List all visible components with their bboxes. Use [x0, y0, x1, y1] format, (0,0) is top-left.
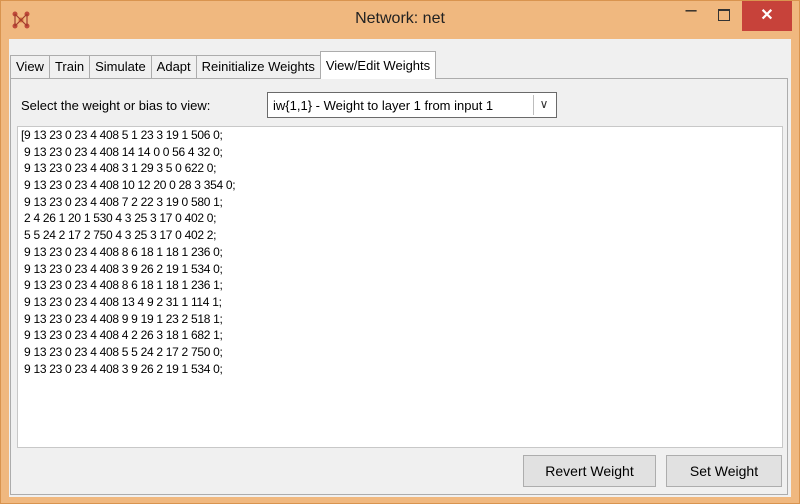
tab-simulate[interactable]: Simulate — [89, 55, 152, 78]
tab-view-edit-weights[interactable]: View/Edit Weights — [319, 51, 437, 79]
maximize-button[interactable] — [708, 1, 740, 31]
weights-line: 9 13 23 0 23 4 408 3 1 29 3 5 0 622 0; — [21, 161, 217, 176]
weights-line: 9 13 23 0 23 4 408 7 2 22 3 19 0 580 1; — [21, 194, 223, 209]
minimize-button[interactable]: – — [674, 0, 708, 31]
weights-line: 9 13 23 0 23 4 408 8 6 18 1 18 1 236 1; — [21, 278, 223, 293]
window-client-area: View Train Simulate Adapt Reinitialize W… — [9, 39, 791, 497]
weights-line: 9 13 23 0 23 4 408 8 6 18 1 18 1 236 0; — [21, 244, 223, 259]
set-weight-button[interactable]: Set Weight — [666, 455, 782, 487]
weight-select-dropdown[interactable]: iw{1,1} - Weight to layer 1 from input 1… — [267, 92, 557, 118]
tab-bar: View Train Simulate Adapt Reinitialize W… — [10, 51, 437, 79]
maximize-icon — [718, 9, 730, 21]
weights-line: 9 13 23 0 23 4 408 4 2 26 3 18 1 682 1; — [21, 328, 223, 343]
network-window: Network: net – ✕ View Train Simulate Ada… — [0, 0, 800, 504]
minimize-icon: – — [685, 0, 697, 21]
weights-line: 9 13 23 0 23 4 408 3 9 26 2 19 1 534 0; — [21, 361, 223, 376]
tab-reinitialize-weights[interactable]: Reinitialize Weights — [195, 55, 321, 78]
revert-weight-button[interactable]: Revert Weight — [523, 455, 656, 487]
tab-view[interactable]: View — [10, 55, 50, 78]
chevron-down-icon[interactable]: ∨ — [537, 97, 551, 113]
dropdown-separator — [533, 95, 534, 115]
weights-line: 9 13 23 0 23 4 408 9 9 19 1 23 2 518 1; — [21, 311, 223, 326]
close-icon: ✕ — [760, 7, 774, 24]
weights-line: 9 13 23 0 23 4 408 14 14 0 0 56 4 32 0; — [21, 144, 223, 159]
close-button[interactable]: ✕ — [742, 1, 792, 31]
weights-line: 2 4 26 1 20 1 530 4 3 25 3 17 0 402 0; — [21, 211, 217, 226]
weights-text-area[interactable]: [9 13 23 0 23 4 408 5 1 23 3 19 1 506 0;… — [17, 126, 783, 448]
weights-line: 5 5 24 2 17 2 750 4 3 25 3 17 0 402 2; — [21, 228, 217, 243]
weights-line: 9 13 23 0 23 4 408 10 12 20 0 28 3 354 0… — [21, 178, 236, 193]
weights-line: [9 13 23 0 23 4 408 5 1 23 3 19 1 506 0; — [21, 128, 223, 142]
weight-select-label: Select the weight or bias to view: — [21, 98, 211, 113]
weights-line: 9 13 23 0 23 4 408 13 4 9 2 31 1 114 1; — [21, 294, 222, 309]
tab-adapt[interactable]: Adapt — [150, 55, 197, 78]
weight-select-value: iw{1,1} - Weight to layer 1 from input 1 — [273, 98, 494, 113]
title-bar[interactable]: Network: net – ✕ — [1, 0, 799, 39]
tab-train[interactable]: Train — [48, 55, 91, 78]
view-edit-weights-panel: Select the weight or bias to view: iw{1,… — [10, 78, 788, 495]
weights-line: 9 13 23 0 23 4 408 5 5 24 2 17 2 750 0; — [21, 344, 223, 359]
weights-line: 9 13 23 0 23 4 408 3 9 26 2 19 1 534 0; — [21, 261, 223, 276]
